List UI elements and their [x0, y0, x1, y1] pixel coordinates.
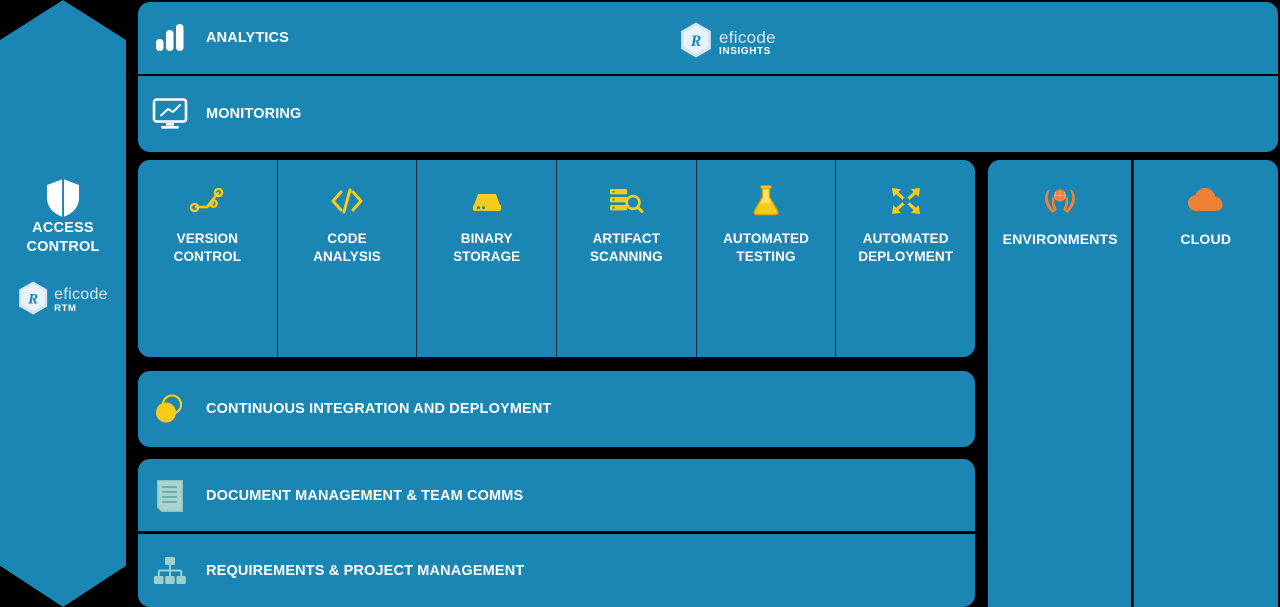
- env-label-cloud: CLOUD: [1180, 231, 1232, 247]
- eficode-rtm-logo: R eficode RTM: [18, 281, 108, 320]
- right-column: ENVIRONMENTS CLOUD: [988, 160, 1278, 607]
- access-control-label-line2: CONTROL: [26, 239, 100, 255]
- svg-text:R: R: [690, 33, 702, 50]
- tool-label-version-control: VERSION CONTROL: [173, 231, 242, 264]
- docs-label: DOCUMENT MANAGEMENT & TEAM COMMS: [206, 487, 524, 504]
- env-label-environments: ENVIRONMENTS: [1002, 231, 1118, 247]
- access-control-label: ACCESS CONTROL: [0, 219, 126, 257]
- git-branch-icon: [189, 184, 225, 218]
- tool-label-automated-deployment: AUTOMATED DEPLOYMENT: [858, 231, 954, 264]
- tool-cards-row: VERSION CONTROL CODE ANALYSIS BINARY STO…: [138, 160, 975, 357]
- insights-wordmark-main: eficode: [719, 27, 776, 47]
- eficode-hex-logo-icon: R: [18, 281, 48, 320]
- org-chart-icon: [138, 556, 202, 586]
- overlapping-circles-icon: [138, 393, 202, 425]
- divider-docs-reqs: [138, 531, 975, 533]
- eficode-hex-logo-icon: R: [680, 22, 712, 63]
- tool-card-automated-deployment[interactable]: AUTOMATED DEPLOYMENT: [836, 160, 975, 357]
- tool-card-version-control[interactable]: VERSION CONTROL: [138, 160, 278, 357]
- diagram-canvas: ACCESS CONTROL R eficode RTM ANALYTICS R…: [0, 0, 1280, 607]
- shield-icon: [46, 178, 80, 223]
- hard-drive-icon: [469, 184, 505, 218]
- eficode-rtm-wordmark: eficode RTM: [54, 287, 108, 314]
- divider-analytics-monitoring: [138, 73, 1278, 76]
- eficode-wordmark-sub: RTM: [54, 303, 77, 315]
- cicd-panel[interactable]: CONTINUOUS INTEGRATION AND DEPLOYMENT: [138, 371, 975, 447]
- tool-card-artifact-scanning[interactable]: ARTIFACT SCANNING: [557, 160, 697, 357]
- code-brackets-icon: [329, 184, 365, 218]
- access-control-arrow[interactable]: ACCESS CONTROL R eficode RTM: [0, 0, 126, 607]
- hands-globe-icon: [1043, 184, 1077, 218]
- server-search-icon: [607, 184, 645, 218]
- divider-environments-cloud: [1131, 160, 1133, 607]
- tool-label-automated-testing: AUTOMATED TESTING: [723, 231, 809, 264]
- tool-label-artifact-scanning: ARTIFACT SCANNING: [589, 231, 663, 264]
- four-arrows-icon: [890, 184, 922, 218]
- insights-wordmark-sub: INSIGHTS: [719, 45, 772, 57]
- flask-icon: [751, 184, 781, 218]
- cicd-label: CONTINUOUS INTEGRATION AND DEPLOYMENT: [206, 401, 552, 417]
- tool-card-code-analysis[interactable]: CODE ANALYSIS: [277, 160, 418, 357]
- cloud-icon: [1187, 184, 1225, 218]
- eficode-insights-wordmark: eficode INSIGHTS: [719, 29, 776, 57]
- reqs-panel[interactable]: REQUIREMENTS & PROJECT MANAGEMENT: [138, 534, 975, 607]
- eficode-insights-logo: R eficode INSIGHTS: [680, 22, 776, 63]
- document-icon: [138, 479, 202, 513]
- tool-card-automated-testing[interactable]: AUTOMATED TESTING: [696, 160, 837, 357]
- access-control-label-line1: ACCESS: [32, 220, 94, 236]
- monitor-trend-icon: [138, 98, 202, 130]
- tool-label-code-analysis: CODE ANALYSIS: [313, 231, 381, 264]
- monitoring-panel[interactable]: MONITORING: [138, 76, 1278, 152]
- analytics-label: ANALYTICS: [206, 30, 289, 46]
- docs-panel[interactable]: DOCUMENT MANAGEMENT & TEAM COMMS: [138, 459, 975, 532]
- bar-chart-icon: [138, 23, 202, 53]
- eficode-wordmark-main: eficode: [54, 286, 108, 304]
- monitoring-label: MONITORING: [206, 106, 302, 122]
- reqs-label: REQUIREMENTS & PROJECT MANAGEMENT: [206, 562, 525, 579]
- env-card-environments[interactable]: ENVIRONMENTS: [988, 160, 1134, 607]
- tool-card-binary-storage[interactable]: BINARY STORAGE: [417, 160, 558, 357]
- svg-text:R: R: [27, 292, 38, 308]
- tool-label-binary-storage: BINARY STORAGE: [453, 231, 521, 264]
- env-card-cloud[interactable]: CLOUD: [1133, 160, 1278, 607]
